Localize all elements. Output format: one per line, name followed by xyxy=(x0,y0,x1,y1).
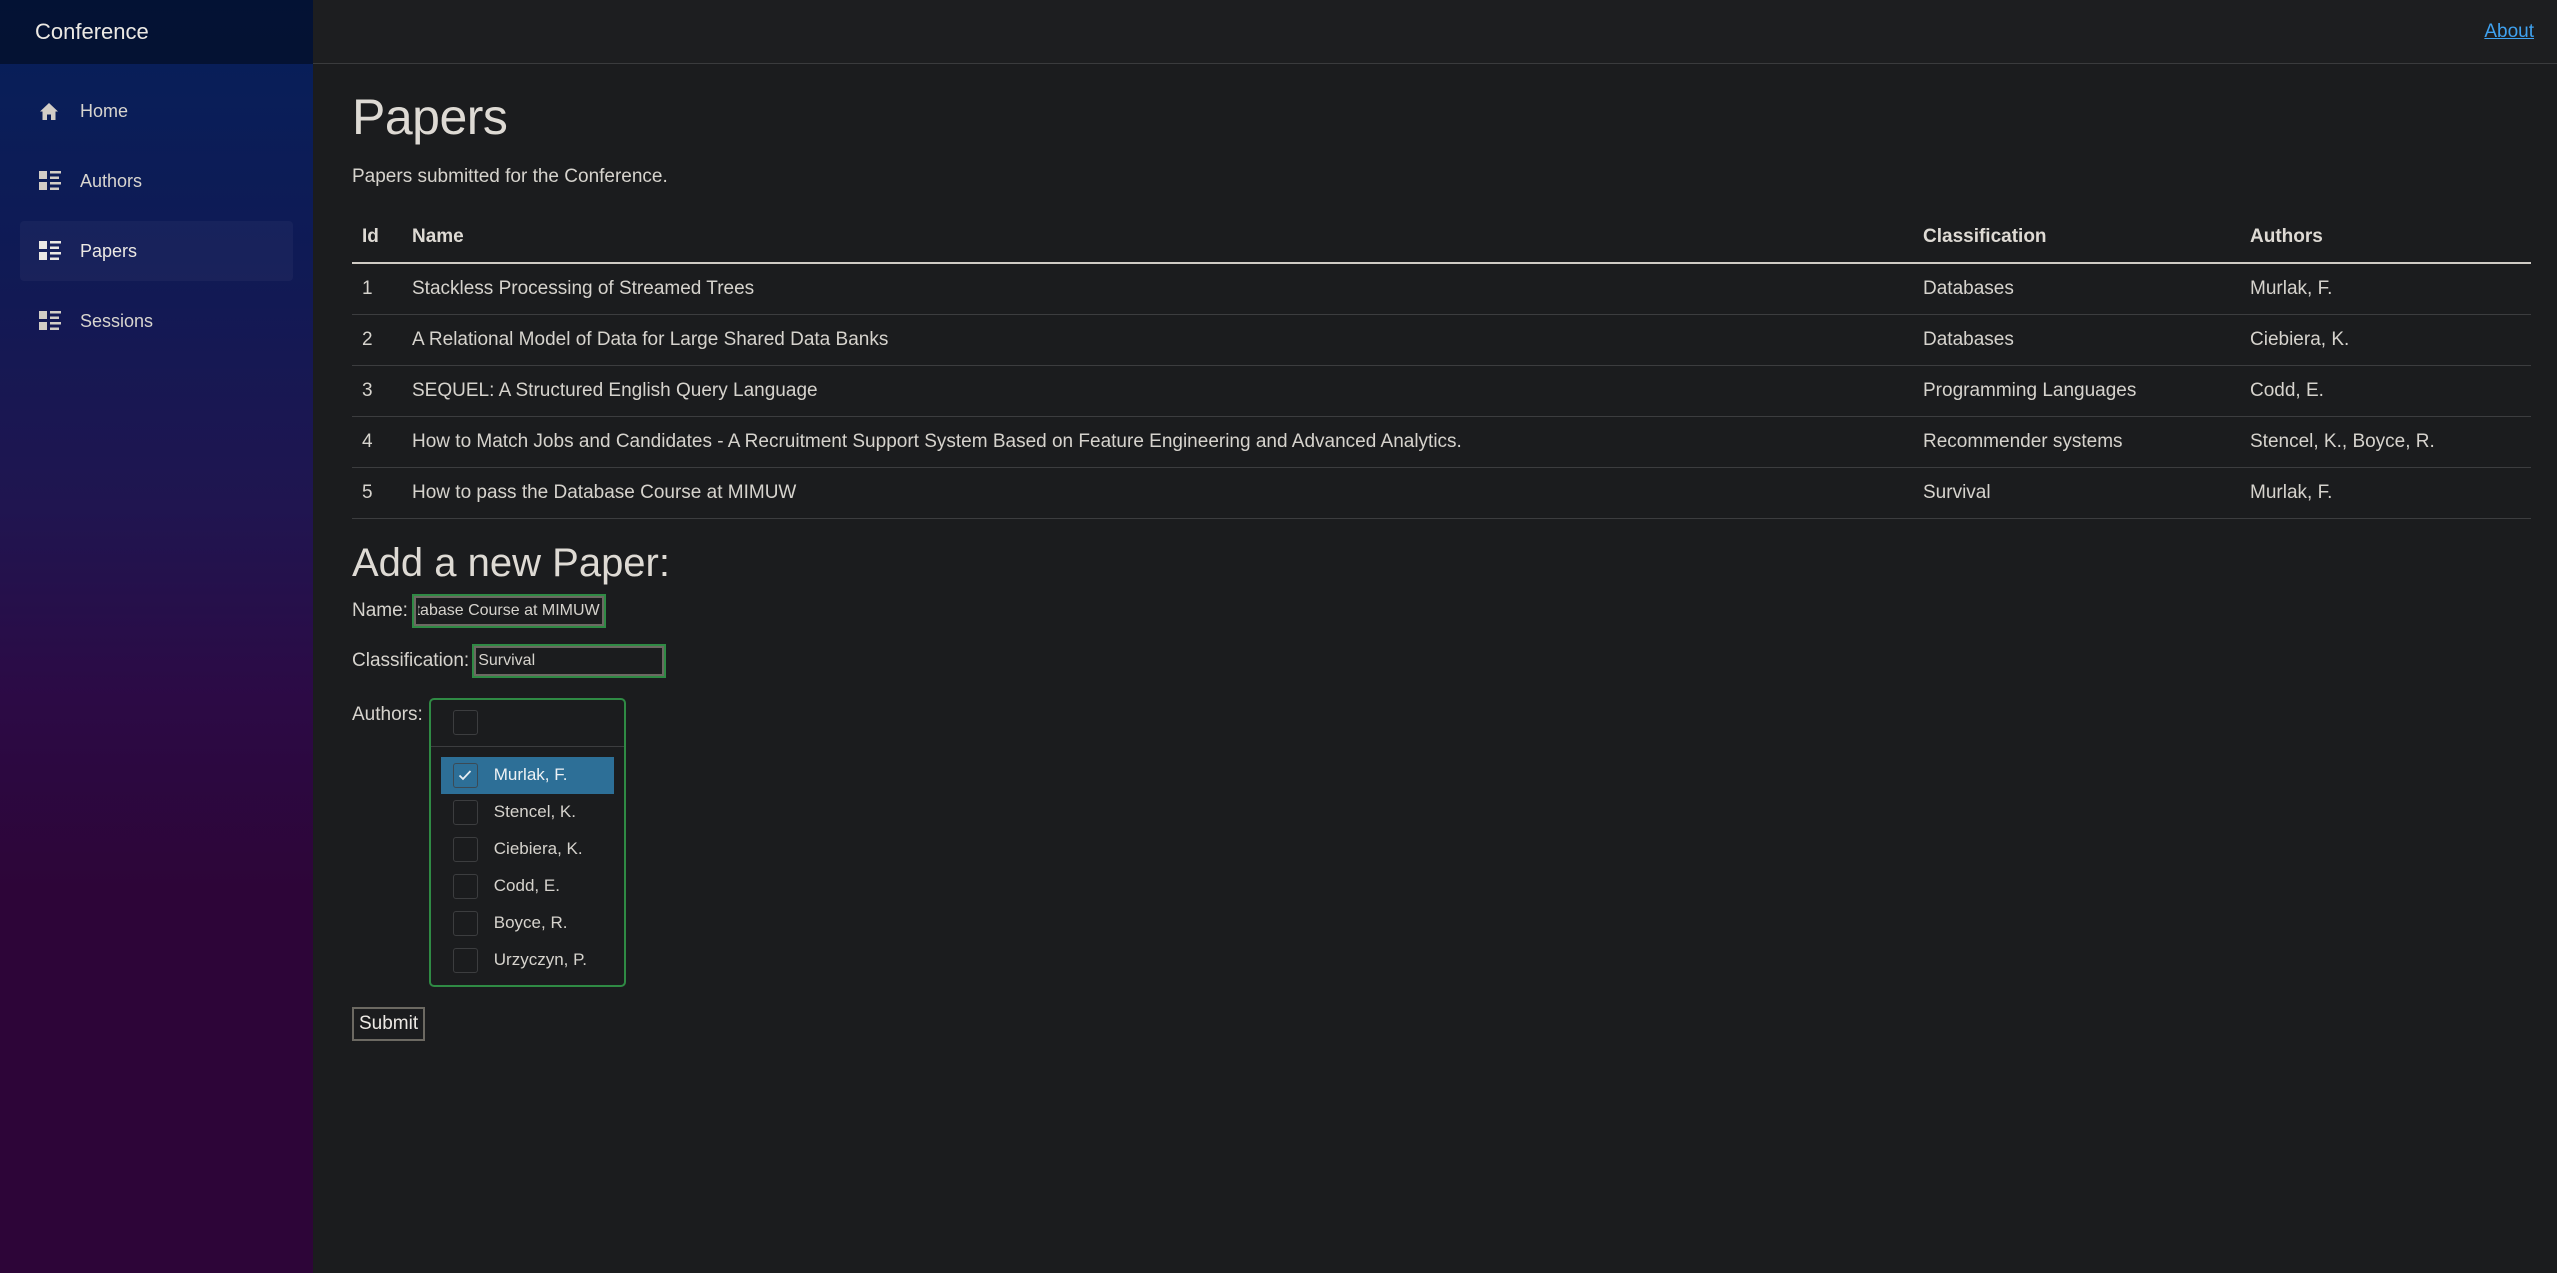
table-row: 1 Stackless Processing of Streamed Trees D… xyxy=(352,263,2531,315)
author-option-label: Urzyczyn, P. xyxy=(493,950,587,969)
submit-button[interactable]: Submit xyxy=(352,1006,426,1041)
checkbox[interactable] xyxy=(452,947,478,973)
select-all-checkbox[interactable] xyxy=(452,710,478,735)
column-header-name: Name xyxy=(402,212,1913,264)
brand-title[interactable]: Conference xyxy=(0,0,313,64)
sidebar: Conference Home Authors Papers Sessions xyxy=(0,0,313,1273)
author-option-label: Boyce, R. xyxy=(493,913,568,932)
sidebar-item-papers[interactable]: Papers xyxy=(20,221,293,281)
cell-classification: Survival xyxy=(1913,467,2240,519)
sidebar-nav: Home Authors Papers Sessions xyxy=(0,64,313,351)
sidebar-item-label: Authors xyxy=(80,170,143,191)
main-content: Papers Papers submitted for the Conferen… xyxy=(352,64,2549,1041)
checkmark-icon xyxy=(459,770,472,781)
sidebar-item-home[interactable]: Home xyxy=(20,81,293,141)
cell-id: 3 xyxy=(352,365,402,417)
author-option[interactable]: Boyce, R. xyxy=(441,905,614,942)
table-row: 4 How to Match Jobs and Candidates - A Re… xyxy=(352,416,2531,468)
page-subtitle: Papers submitted for the Conference. xyxy=(352,166,668,187)
sidebar-item-label: Home xyxy=(80,100,129,121)
cell-id: 5 xyxy=(352,467,402,519)
authors-multiselect[interactable]: Murlak, F. Stencel, K. Ciebiera, K. Codd, E… xyxy=(428,697,626,987)
cell-name: A Relational Model of Data for Large Sha… xyxy=(402,314,1913,366)
cell-authors: Murlak, F. xyxy=(2240,467,2531,519)
sidebar-item-label: Sessions xyxy=(80,310,154,331)
home-icon xyxy=(39,101,61,121)
list-icon xyxy=(39,241,61,261)
classification-input[interactable] xyxy=(472,643,667,678)
top-bar: About xyxy=(313,0,2557,64)
name-label: Name: xyxy=(352,599,408,621)
author-option[interactable]: Ciebiera, K. xyxy=(441,831,614,868)
sidebar-item-sessions[interactable]: Sessions xyxy=(20,291,293,351)
cell-classification: Programming Languages xyxy=(1913,365,2240,417)
checkbox[interactable] xyxy=(452,836,478,862)
cell-authors: Murlak, F. xyxy=(2240,263,2531,315)
cell-classification: Recommender systems xyxy=(1913,416,2240,468)
checkbox[interactable] xyxy=(452,873,478,899)
sidebar-item-label: Papers xyxy=(80,240,138,261)
about-link[interactable]: About xyxy=(2484,21,2534,43)
table-row: 2A Relational Model of Data for Large Sh… xyxy=(352,314,2531,366)
table-header-row: Id Name Classification Authors xyxy=(352,212,2531,264)
cell-authors: Stencel, K., Boyce, R. xyxy=(2240,416,2531,468)
author-option[interactable]: Codd, E. xyxy=(441,868,614,905)
column-header-classification: Classification xyxy=(1913,212,2240,264)
name-field-row: Name: xyxy=(352,593,2549,628)
checked-checkbox[interactable] xyxy=(452,762,478,788)
list-icon xyxy=(39,171,61,191)
papers-table: Id Name Classification Authors 1 Stackles… xyxy=(352,212,2531,519)
author-option-label: Ciebiera, K. xyxy=(493,839,583,858)
cell-name: Stackless Processing of Streamed Trees xyxy=(402,263,1913,315)
author-option-label: Stencel, K. xyxy=(493,802,576,821)
cell-classification: Databases xyxy=(1913,263,2240,315)
author-option[interactable]: Urzyczyn, P. xyxy=(441,942,614,979)
checkbox[interactable] xyxy=(452,799,478,825)
classification-field-row: Classification: xyxy=(352,643,2549,678)
sidebar-item-authors[interactable]: Authors xyxy=(20,151,293,211)
select-all-row xyxy=(430,700,624,747)
cell-authors: Codd, E. xyxy=(2240,365,2531,417)
table-row: 3 SEQUEL: A Structured English Query Lang… xyxy=(352,365,2531,417)
column-header-authors: Authors xyxy=(2240,212,2531,264)
authors-field-row: Authors: Murlak, F. Stencel, K. Ciebiera, … xyxy=(352,697,2549,987)
cell-classification: Databases xyxy=(1913,314,2240,366)
cell-id: 1 xyxy=(352,263,402,315)
name-input[interactable] xyxy=(411,593,606,628)
cell-name: How to Match Jobs and Candidates - A Rec… xyxy=(402,416,1913,468)
cell-id: 4 xyxy=(352,416,402,468)
table-row: 5 How to pass the Database Course at MIMU… xyxy=(352,467,2531,519)
author-option[interactable]: Murlak, F. xyxy=(440,756,614,794)
cell-name: How to pass the Database Course at MIMUW xyxy=(402,467,1913,519)
cell-name: SEQUEL: A Structured English Query Langu… xyxy=(402,365,1913,417)
authors-options: Murlak, F. Stencel, K. Ciebiera, K. Codd, E… xyxy=(431,747,624,979)
authors-label: Authors: xyxy=(352,703,423,725)
checkbox[interactable] xyxy=(452,910,478,936)
author-option-label: Murlak, F. xyxy=(493,765,568,784)
cell-authors: Ciebiera, K. xyxy=(2240,314,2531,366)
author-option-label: Codd, E. xyxy=(493,876,560,895)
author-option[interactable]: Stencel, K. xyxy=(441,794,614,831)
form-title: Add a new Paper: xyxy=(352,540,670,585)
classification-label: Classification: xyxy=(352,649,470,671)
page-title: Papers xyxy=(352,89,508,145)
list-icon xyxy=(39,311,61,331)
cell-id: 2 xyxy=(352,314,402,366)
column-header-id: Id xyxy=(352,212,402,264)
